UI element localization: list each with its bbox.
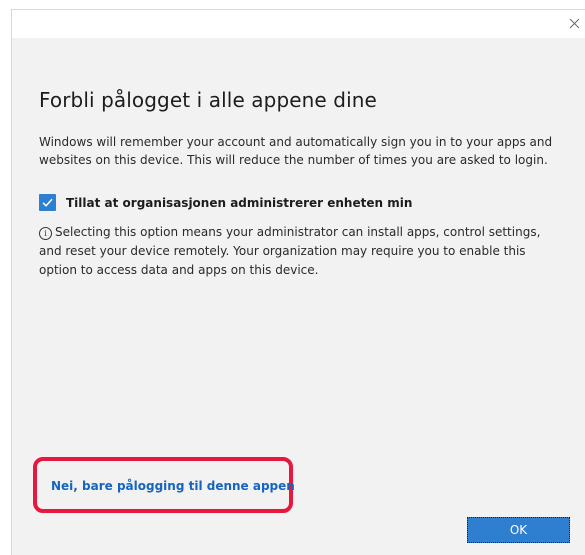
info-text: Selecting this option means your adminis… [39, 225, 541, 277]
sign-in-dialog: Forbli pålogget i alle appene dine Windo… [11, 9, 585, 555]
dialog-title: Forbli pålogget i alle appene dine [39, 88, 377, 112]
info-icon: i [39, 227, 52, 240]
ok-button[interactable]: OK [467, 517, 570, 543]
info-message: i Selecting this option means your admini… [39, 223, 561, 280]
title-bar [12, 10, 585, 38]
close-button[interactable] [562, 11, 585, 35]
manage-device-checkbox-label: Tillat at organisasjonen administrerer e… [66, 195, 413, 210]
manage-device-checkbox[interactable] [39, 194, 56, 211]
dialog-description: Windows will remember your account and a… [39, 135, 553, 167]
checkmark-icon [42, 198, 53, 207]
app-only-sign-in-link[interactable]: Nei, bare pålogging til denne appen [51, 479, 295, 493]
manage-device-checkbox-row[interactable]: Tillat at organisasjonen administrerer e… [39, 194, 412, 211]
close-icon [569, 18, 579, 28]
